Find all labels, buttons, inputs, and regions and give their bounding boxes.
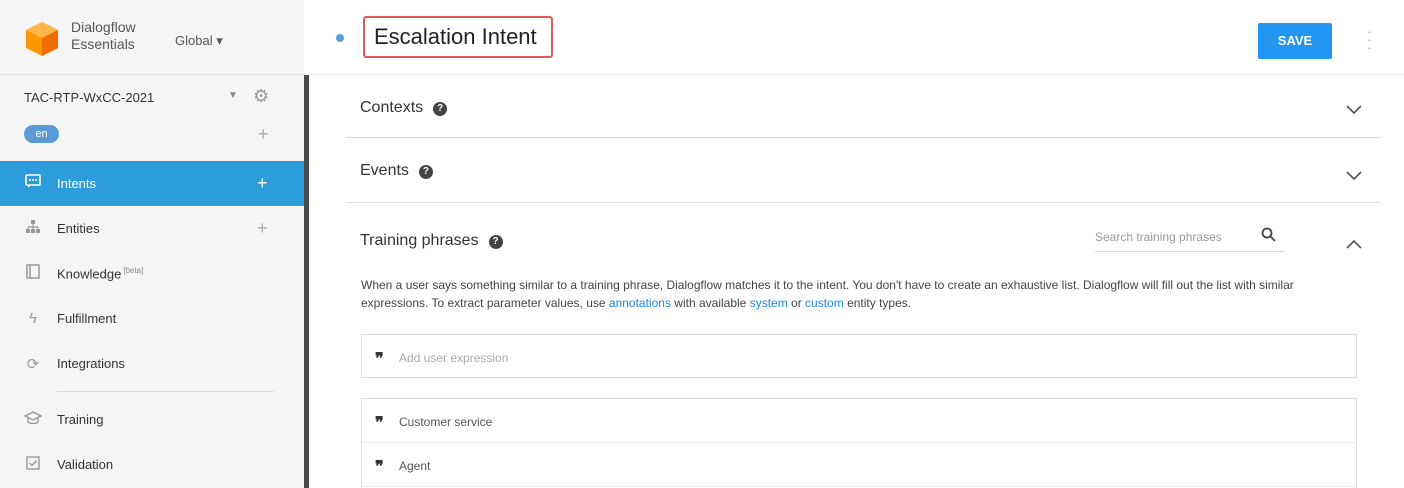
search-training-phrases-input[interactable]: Search training phrases — [1095, 230, 1285, 252]
contexts-title: Contexts? — [360, 99, 448, 117]
sidebar-item-label: Integrations — [57, 356, 125, 371]
save-button[interactable]: SAVE — [1258, 23, 1332, 59]
graduation-cap-icon — [23, 410, 43, 429]
region-selector[interactable]: Global ▾ — [175, 33, 223, 49]
list-item[interactable]: ❞ Customer service — [362, 399, 1356, 443]
brand-name: Dialogflow Essentials — [71, 19, 136, 53]
sidebar-item-integrations[interactable]: ⟳ Integrations — [0, 341, 304, 386]
phrase-text[interactable]: Customer service — [399, 415, 492, 429]
chat-icon — [24, 174, 42, 193]
training-phrases-description: When a user says something similar to a … — [361, 276, 1361, 312]
beta-badge: [beta] — [123, 265, 144, 275]
quote-icon: ❞ — [375, 351, 384, 368]
help-icon[interactable]: ? — [418, 165, 433, 179]
sidebar-item-label: Knowledge [beta] — [57, 266, 143, 281]
quote-icon: ❞ — [375, 415, 384, 432]
bolt-icon: ϟ — [29, 310, 37, 327]
hierarchy-icon — [24, 219, 42, 238]
contexts-section[interactable]: Contexts? — [346, 75, 1381, 138]
sidebar-item-label: Entities — [57, 221, 100, 236]
sidebar-item-knowledge[interactable]: Knowledge [beta] — [0, 251, 304, 296]
quote-icon: ❞ — [375, 459, 384, 476]
training-phrase-list: ❞ Customer service ❞ Agent — [361, 398, 1357, 488]
sync-icon: ⟳ — [26, 355, 40, 373]
list-item[interactable]: ❞ Agent — [362, 443, 1356, 487]
add-entity-icon[interactable]: + — [257, 218, 268, 239]
phrase-text[interactable]: Agent — [399, 459, 430, 473]
sidebar-item-entities[interactable]: Entities + — [0, 206, 304, 251]
sidebar-item-label: Training — [57, 412, 104, 427]
knowledge-label: Knowledge — [57, 266, 122, 282]
priority-dot-icon[interactable] — [336, 34, 344, 42]
system-link[interactable]: system — [750, 296, 788, 310]
sidebar-item-label: Fulfillment — [57, 311, 117, 326]
desc-text: entity types. — [843, 296, 912, 310]
sidebar-item-label: Validation — [57, 457, 114, 472]
language-chip[interactable]: en — [24, 125, 59, 143]
help-icon[interactable]: ? — [488, 235, 503, 249]
training-phrases-title: Training phrases? — [360, 232, 503, 250]
dialogflow-logo-icon[interactable] — [24, 20, 60, 58]
more-vert-icon[interactable]: · · · — [1367, 24, 1372, 54]
brand-line-2: Essentials — [71, 36, 135, 52]
intent-header: Escalation Intent SAVE · · · — [309, 0, 1404, 75]
sidebar-item-label: Intents — [57, 176, 97, 191]
gear-icon[interactable]: ⚙ — [253, 86, 269, 107]
events-title: Events? — [360, 162, 433, 180]
add-expression-placeholder: Add user expression — [399, 351, 509, 365]
desc-text: or — [787, 296, 806, 310]
sidebar: Dialogflow Essentials Global ▾ TAC-RTP-W… — [0, 0, 304, 488]
intent-name-input[interactable]: Escalation Intent — [363, 16, 553, 58]
sidebar-item-intents[interactable]: Intents + — [0, 161, 304, 206]
agent-name[interactable]: TAC-RTP-WxCC-2021 — [24, 90, 154, 105]
book-icon — [24, 264, 42, 283]
add-language-icon[interactable]: + — [258, 124, 269, 145]
search-icon[interactable] — [1261, 227, 1276, 246]
caret-down-icon: ▾ — [216, 33, 223, 48]
brand-line-1: Dialogflow — [71, 19, 136, 35]
chevron-down-icon[interactable] — [1346, 102, 1362, 118]
contexts-label: Contexts — [360, 99, 424, 116]
annotations-link[interactable]: annotations — [609, 296, 671, 310]
chevron-down-icon[interactable] — [1346, 168, 1362, 184]
desc-text: with available — [670, 296, 750, 310]
help-icon[interactable]: ? — [433, 102, 448, 116]
agent-caret-down-icon[interactable]: ▼ — [228, 90, 238, 101]
nav-divider — [57, 391, 274, 392]
add-intent-icon[interactable]: + — [257, 173, 268, 194]
checkbox-icon — [24, 455, 42, 474]
events-label: Events — [360, 162, 409, 179]
custom-link[interactable]: custom — [805, 296, 844, 310]
main-panel: Escalation Intent SAVE · · · Contexts? Eve… — [309, 0, 1404, 488]
sidebar-item-validation[interactable]: Validation — [0, 442, 304, 487]
region-label: Global — [175, 33, 213, 48]
sidebar-item-training[interactable]: Training — [0, 397, 304, 442]
sidebar-header: Dialogflow Essentials Global ▾ — [0, 0, 304, 75]
training-phrases-label: Training phrases — [360, 232, 479, 249]
chevron-up-icon[interactable] — [1346, 236, 1362, 252]
sidebar-item-fulfillment[interactable]: ϟ Fulfillment — [0, 296, 304, 341]
add-user-expression-input[interactable]: ❞ Add user expression — [361, 334, 1357, 378]
sidebar-nav: Intents + Entities + Knowledge [beta] ϟ F… — [0, 161, 304, 487]
events-section[interactable]: Events? — [346, 138, 1381, 203]
